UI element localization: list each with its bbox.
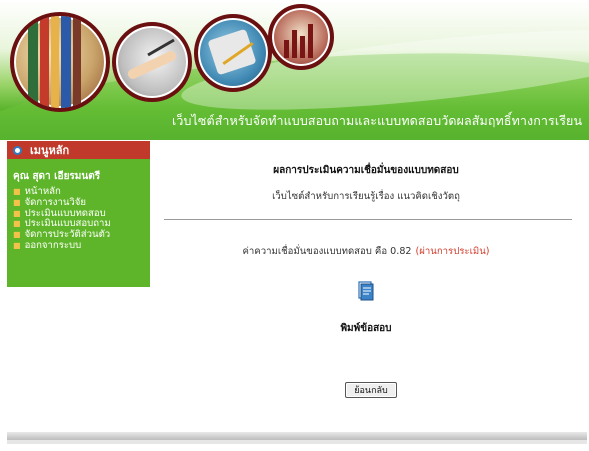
bullet-icon: ■ — [13, 240, 21, 250]
banner-title: เว็บไซต์สำหรับจัดทำแบบสอบถามและแบบทดสอบว… — [172, 113, 583, 128]
bullet-icon: ■ — [13, 208, 21, 218]
bullet-icon: ■ — [13, 187, 21, 196]
document-icon[interactable] — [357, 281, 375, 301]
reliability-result: ค่าความเชื่อมั่นของแบบทดสอบ คือ 0.82 (ผ่า… — [150, 244, 582, 259]
footer-shadow — [7, 440, 587, 444]
writing-hand-photo — [112, 22, 192, 102]
sidebar-item-label: ออกจากระบบ — [24, 239, 82, 251]
bullet-icon: ■ — [13, 219, 21, 229]
sidebar-item-label: จัดการงานวิจัย — [24, 196, 87, 208]
menu-header-label: เมนูหลัก — [30, 144, 70, 157]
status-badge: (ผ่านการประเมิน) — [415, 246, 490, 257]
footer-bar — [7, 432, 587, 440]
sidebar-menu: เมนูหลัก คุณ สุดา เอียรมนตรี ■ หน้าหลัก … — [7, 141, 150, 287]
menu-header: เมนูหลัก — [7, 141, 150, 159]
divider — [164, 219, 572, 220]
site-banner: เว็บไซต์สำหรับจัดทำแบบสอบถามและแบบทดสอบว… — [0, 0, 589, 140]
sidebar-item-logout[interactable]: ■ ออกจากระบบ — [13, 239, 150, 252]
bullet-icon: ■ — [13, 230, 21, 240]
bullet-icon: ■ — [13, 197, 21, 207]
sidebar-item-research[interactable]: ■ จัดการงานวิจัย — [13, 196, 150, 209]
back-button[interactable]: ย้อนกลับ — [345, 382, 397, 398]
print-test-link[interactable]: พิมพ์ข้อสอบ — [150, 321, 582, 336]
reliability-text: ค่าความเชื่อมั่นของแบบทดสอบ คือ 0.82 — [242, 246, 412, 257]
result-subtitle: เว็บไซต์สำหรับการเรียนรู้เรื่อง แนวคิดเช… — [272, 191, 460, 202]
result-title: ผลการประเมินความเชื่อมั่นของแบบทดสอบ — [273, 165, 459, 176]
user-name: คุณ สุดา เอียรมนตรี — [13, 171, 101, 182]
globe-icon — [13, 145, 22, 155]
bar-graph-photo — [268, 4, 334, 70]
books-photo — [10, 12, 110, 112]
calculator-photo — [194, 14, 272, 92]
